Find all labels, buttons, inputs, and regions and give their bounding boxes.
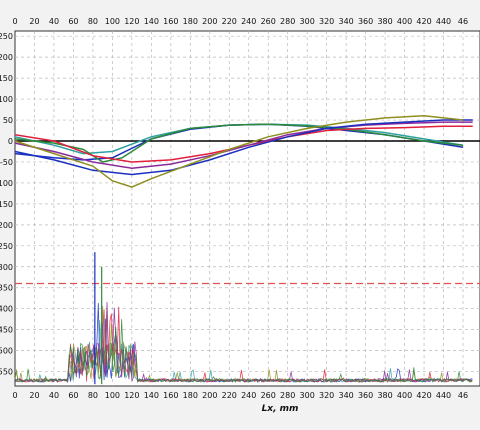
- x-tick-label-bottom: 340: [338, 391, 353, 400]
- x-tick-label-top: 440: [436, 17, 451, 26]
- x-tick-label-bottom: 440: [436, 391, 451, 400]
- x-tick-label-bottom: 0: [12, 391, 17, 400]
- x-axis-title: Lx, mm: [262, 404, 299, 414]
- y-tick-label: -300: [0, 263, 13, 272]
- x-tick-label-top: 0: [12, 17, 17, 26]
- x-tick-label-top: 180: [183, 17, 198, 26]
- y-tick-label: -50: [0, 158, 13, 167]
- y-tick-label: -150: [0, 200, 13, 209]
- y-tick-label: 200: [0, 53, 13, 62]
- y-tick-label: 250: [0, 32, 13, 41]
- x-tick-label-bottom: 220: [222, 391, 237, 400]
- x-tick-label-top: 100: [105, 17, 120, 26]
- x-tick-label-top: 220: [222, 17, 237, 26]
- y-tick-label: 50: [3, 116, 13, 125]
- x-tick-label-bottom: 300: [300, 391, 315, 400]
- x-tick-label-top: 120: [124, 17, 139, 26]
- x-tick-label-top: 20: [29, 17, 39, 26]
- x-tick-label-top: 380: [377, 17, 392, 26]
- x-tick-label-bottom: 240: [241, 391, 256, 400]
- y-tick-label: 0: [8, 137, 13, 146]
- x-tick-label-top: 400: [397, 17, 412, 26]
- x-tick-label-bottom: 140: [144, 391, 159, 400]
- x-tick-label-bottom: 120: [124, 391, 139, 400]
- x-tick-label-top: 60: [68, 17, 78, 26]
- x-tick-label-bottom: 420: [416, 391, 431, 400]
- y-tick-label: -500: [0, 347, 13, 356]
- x-tick-label-bottom: 20: [29, 391, 39, 400]
- x-tick-label-bottom: 320: [319, 391, 334, 400]
- x-tick-label-bottom: 160: [163, 391, 178, 400]
- y-tick-label: -450: [0, 326, 13, 335]
- plot-area: [14, 30, 480, 387]
- x-tick-label-top: 200: [202, 17, 217, 26]
- x-tick-label-top: 260: [261, 17, 276, 26]
- x-tick-label-top: 360: [358, 17, 373, 26]
- y-tick-label: -200: [0, 221, 13, 230]
- y-tick-label: 100: [0, 95, 13, 104]
- y-tick-label: 150: [0, 74, 13, 83]
- x-tick-label-bottom: 60: [68, 391, 78, 400]
- x-tick-label-top: 46: [458, 17, 468, 26]
- x-tick-label-top: 340: [338, 17, 353, 26]
- x-tick-label-top: 140: [144, 17, 159, 26]
- x-tick-label-bottom: 200: [202, 391, 217, 400]
- y-tick-label: -550: [0, 368, 13, 377]
- x-tick-label-bottom: 260: [261, 391, 276, 400]
- x-tick-label-bottom: 180: [183, 391, 198, 400]
- x-tick-label-top: 420: [416, 17, 431, 26]
- chart: 0 20 40 60 80 100 120 140 160 180 200 220 240 260 280 3…: [0, 0, 480, 430]
- x-tick-label-bottom: 360: [358, 391, 373, 400]
- x-tick-label-top: 40: [49, 17, 59, 26]
- x-tick-label-top: 280: [280, 17, 295, 26]
- y-tick-label: -400: [0, 305, 13, 314]
- y-tick-label: -100: [0, 179, 13, 188]
- x-tick-label-bottom: 46: [458, 391, 468, 400]
- x-tick-label-top: 300: [300, 17, 315, 26]
- x-tick-label-bottom: 80: [88, 391, 98, 400]
- x-tick-label-top: 160: [163, 17, 178, 26]
- x-tick-label-top: 320: [319, 17, 334, 26]
- x-tick-label-bottom: 380: [377, 391, 392, 400]
- x-tick-label-bottom: 280: [280, 391, 295, 400]
- x-tick-label-bottom: 40: [49, 391, 59, 400]
- x-tick-label-bottom: 400: [397, 391, 412, 400]
- y-tick-label: -350: [0, 284, 13, 293]
- x-tick-label-bottom: 100: [105, 391, 120, 400]
- x-tick-label-top: 80: [88, 17, 98, 26]
- y-tick-label: -250: [0, 242, 13, 251]
- x-tick-label-top: 240: [241, 17, 256, 26]
